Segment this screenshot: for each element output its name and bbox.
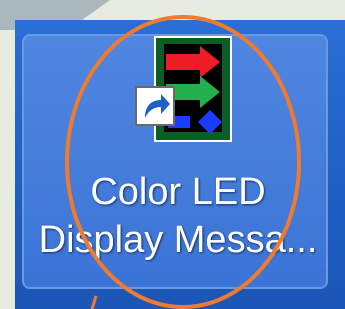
shortcut-arrow-icon: [135, 86, 175, 126]
shortcut-label: Color LED Display Messa...: [28, 168, 328, 264]
shortcut-label-line1: Color LED: [90, 171, 266, 213]
shortcut-label-line2: Display Messa...: [38, 219, 318, 261]
